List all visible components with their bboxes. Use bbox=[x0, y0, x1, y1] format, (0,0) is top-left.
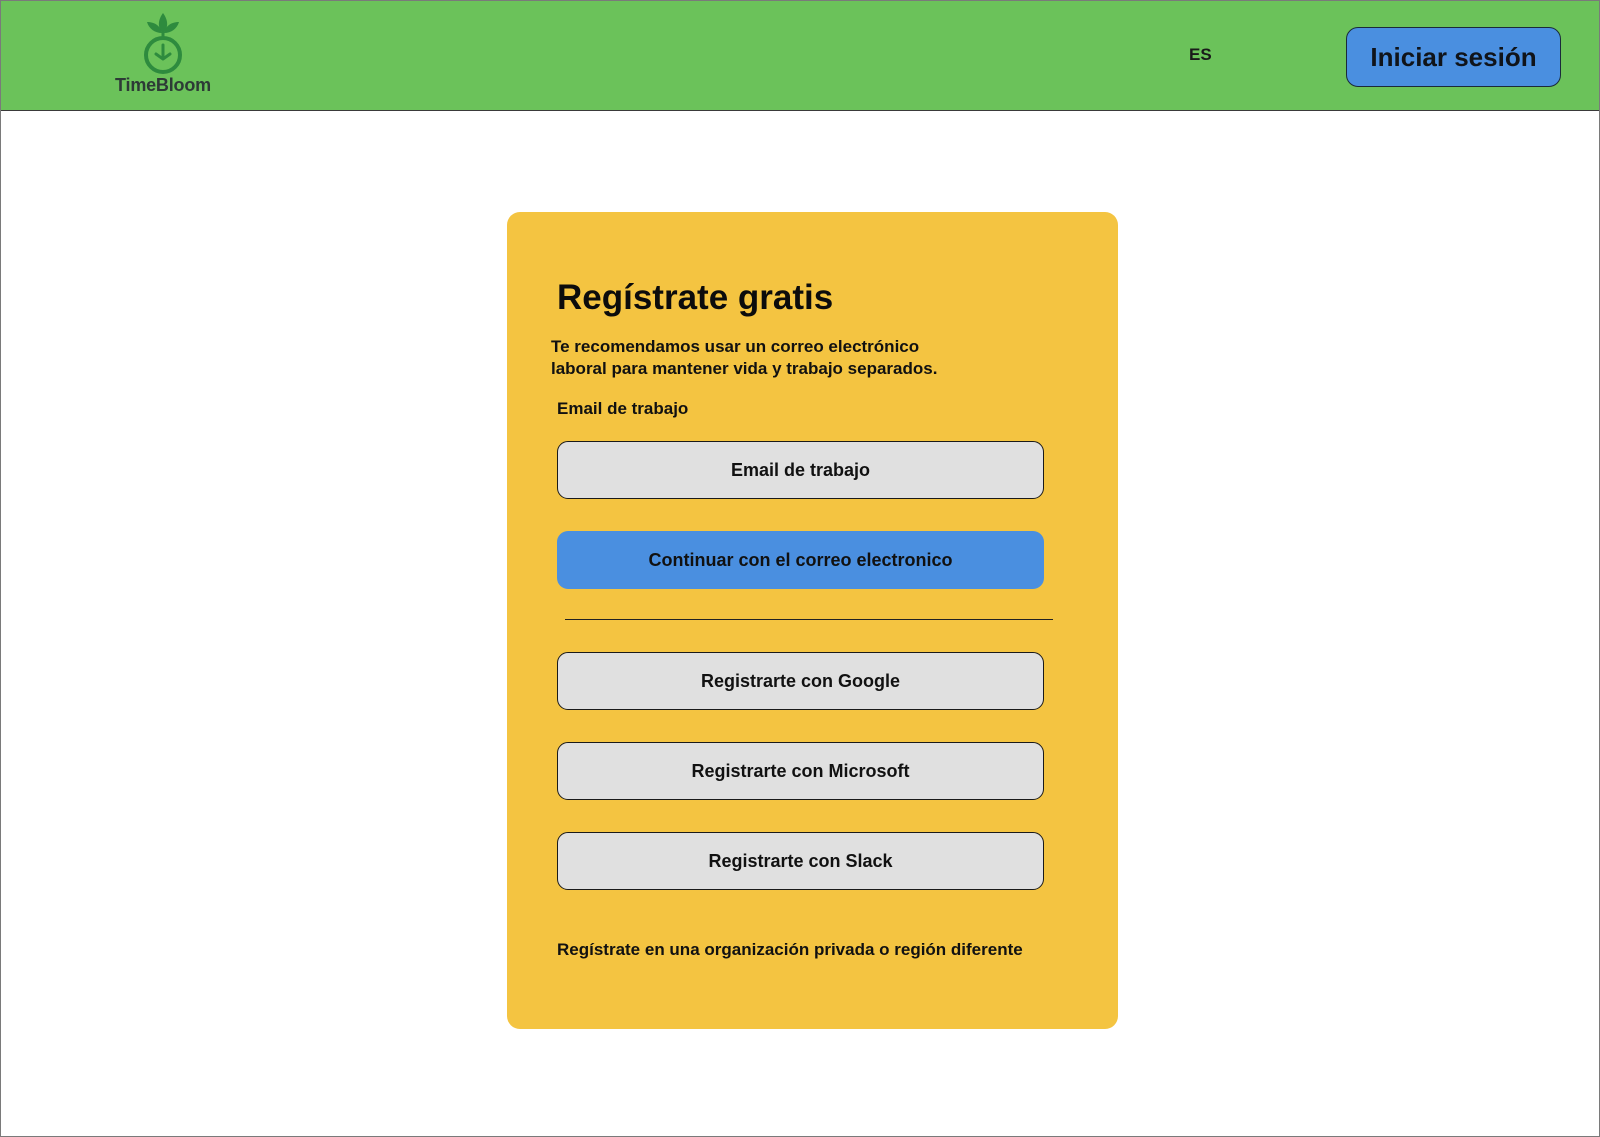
signup-card: Regístrate gratis Te recomendamos usar u… bbox=[507, 212, 1118, 1029]
private-org-signup-link[interactable]: Regístrate en una organización privada o… bbox=[557, 940, 1023, 960]
email-field-label: Email de trabajo bbox=[557, 399, 689, 418]
signup-title: Regístrate gratis bbox=[557, 278, 834, 317]
signup-subtitle-line: laboral para mantener vida y trabajo sep… bbox=[551, 359, 938, 378]
brand-logo[interactable]: TimeBloom bbox=[113, 9, 213, 101]
divider bbox=[565, 619, 1053, 620]
language-selector[interactable]: ES bbox=[1189, 45, 1212, 65]
signup-microsoft-button[interactable]: Registrarte con Microsoft bbox=[557, 742, 1044, 800]
sprout-clock-icon bbox=[144, 13, 182, 74]
signup-subtitle-line: Te recomendamos usar un correo electróni… bbox=[551, 337, 920, 356]
continue-with-email-button[interactable]: Continuar con el correo electronico bbox=[557, 531, 1044, 589]
brand-name: TimeBloom bbox=[115, 75, 211, 95]
signup-slack-button[interactable]: Registrarte con Slack bbox=[557, 832, 1044, 890]
signup-google-button[interactable]: Registrarte con Google bbox=[557, 652, 1044, 710]
login-button[interactable]: Iniciar sesión bbox=[1346, 27, 1561, 87]
signup-subtitle: Te recomendamos usar un correo electróni… bbox=[551, 336, 971, 380]
work-email-input[interactable] bbox=[557, 441, 1044, 499]
page-frame: TimeBloom ES Iniciar sesión Regístrate g… bbox=[0, 0, 1600, 1137]
top-navigation-bar: TimeBloom ES Iniciar sesión bbox=[1, 1, 1599, 111]
